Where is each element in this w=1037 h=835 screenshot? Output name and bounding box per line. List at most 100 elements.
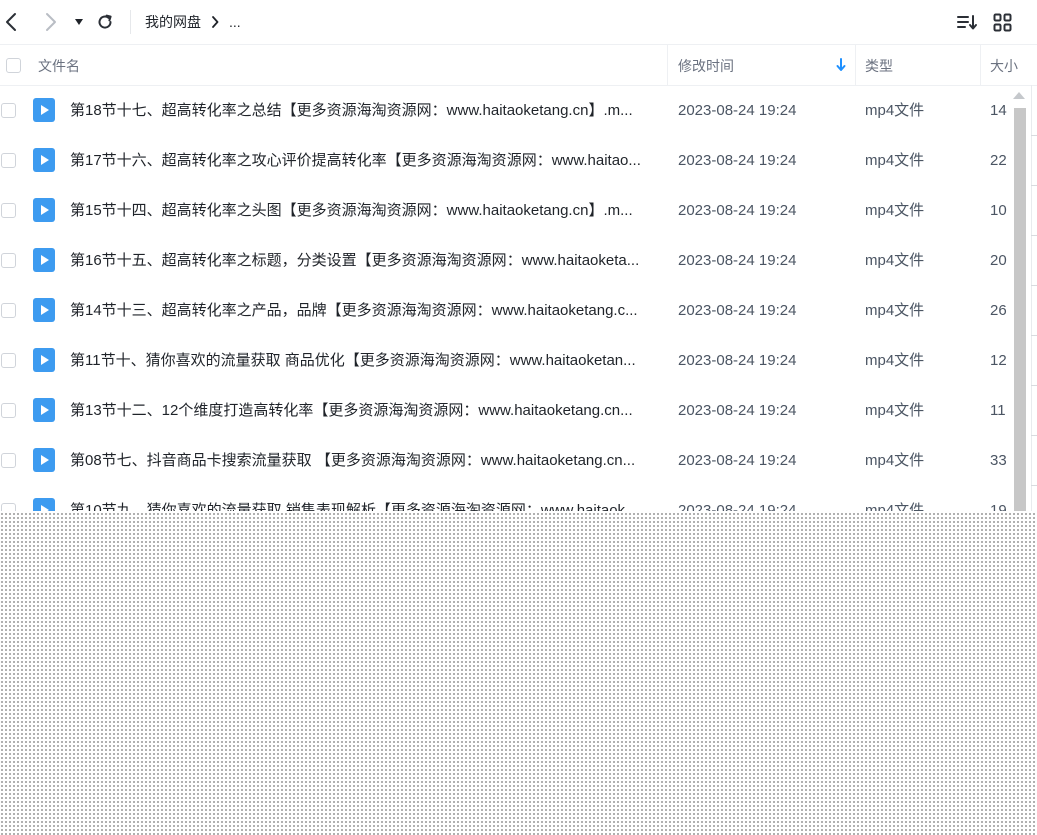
video-file-icon <box>33 148 55 172</box>
file-name[interactable]: 第13节十二、12个维度打造高转化率【更多资源海淘资源网：www.haitaok… <box>70 386 652 436</box>
file-type: mp4文件 <box>865 102 925 119</box>
file-modified: 2023-08-24 19:24 <box>678 252 797 269</box>
video-file-icon <box>33 198 55 222</box>
column-header-name[interactable]: 文件名 <box>38 45 80 85</box>
file-modified: 2023-08-24 19:24 <box>678 452 797 469</box>
caret-down-icon <box>75 19 83 25</box>
file-size: 26 <box>990 302 1007 319</box>
file-name[interactable]: 第15节十四、超高转化率之头图【更多资源海淘资源网：www.haitaoketa… <box>70 186 652 236</box>
row-checkbox[interactable] <box>1 253 16 268</box>
video-file-icon <box>33 348 55 372</box>
edge-tick <box>1031 385 1037 386</box>
right-edge-divider <box>1031 85 1032 511</box>
file-size: 19 <box>990 502 1007 511</box>
file-modified: 2023-08-24 19:24 <box>678 302 797 319</box>
file-type: mp4文件 <box>865 202 925 219</box>
file-size: 22 <box>990 152 1007 169</box>
breadcrumb-chevron-icon <box>211 16 219 28</box>
file-name[interactable]: 第18节十七、超高转化率之总结【更多资源海淘资源网：www.haitaoketa… <box>70 86 652 136</box>
row-checkbox[interactable] <box>1 403 16 418</box>
row-checkbox[interactable] <box>1 453 16 468</box>
file-row[interactable]: 第13节十二、12个维度打造高转化率【更多资源海淘资源网：www.haitaok… <box>0 386 1037 436</box>
file-type: mp4文件 <box>865 352 925 369</box>
file-modified: 2023-08-24 19:24 <box>678 152 797 169</box>
toolbar: 我的网盘 ... <box>0 0 1037 45</box>
column-header-type[interactable]: 类型 <box>865 45 893 85</box>
sort-descending-arrow-icon <box>836 58 846 71</box>
table-header: 文件名 修改时间 类型 大小 <box>0 45 1037 86</box>
edge-tick <box>1031 185 1037 186</box>
file-modified: 2023-08-24 19:24 <box>678 102 797 119</box>
file-name[interactable]: 第14节十三、超高转化率之产品，品牌【更多资源海淘资源网：www.haitaok… <box>70 286 652 336</box>
grid-view-button[interactable] <box>987 7 1017 37</box>
row-checkbox[interactable] <box>1 503 16 511</box>
chevron-right-icon <box>46 13 56 31</box>
file-size: 12 <box>990 352 1007 369</box>
toolbar-divider <box>130 10 131 34</box>
file-type: mp4文件 <box>865 302 925 319</box>
grid-view-icon <box>993 13 1011 31</box>
row-checkbox[interactable] <box>1 353 16 368</box>
video-file-icon <box>33 448 55 472</box>
sort-list-icon <box>957 15 977 30</box>
file-modified: 2023-08-24 19:24 <box>678 402 797 419</box>
sort-button[interactable] <box>952 7 982 37</box>
file-name[interactable]: 第16节十五、超高转化率之标题，分类设置【更多资源海淘资源网：www.haita… <box>70 236 652 286</box>
file-row[interactable]: 第10节九、猜你喜欢的流量获取 销售表现解析【更多资源海淘资源网：www.hai… <box>0 486 1037 511</box>
scroll-up-arrow-icon[interactable] <box>1013 92 1025 99</box>
file-size: 14 <box>990 102 1007 119</box>
file-row[interactable]: 第15节十四、超高转化率之头图【更多资源海淘资源网：www.haitaoketa… <box>0 186 1037 236</box>
video-file-icon <box>33 248 55 272</box>
file-row[interactable]: 第11节十、猜你喜欢的流量获取 商品优化【更多资源海淘资源网：www.haita… <box>0 336 1037 386</box>
column-divider <box>980 45 981 85</box>
file-browser-window: 我的网盘 ... 文件名 修改时间 类型 大小 第18节十七、超高转化率之总结【… <box>0 0 1037 511</box>
breadcrumb: 我的网盘 ... <box>145 12 241 32</box>
file-size: 20 <box>990 252 1007 269</box>
file-size: 10 <box>990 202 1007 219</box>
video-file-icon <box>33 498 55 511</box>
file-type: mp4文件 <box>865 502 925 511</box>
file-row[interactable]: 第14节十三、超高转化率之产品，品牌【更多资源海淘资源网：www.haitaok… <box>0 286 1037 336</box>
column-header-modified-label: 修改时间 <box>678 58 734 74</box>
row-checkbox[interactable] <box>1 103 16 118</box>
refresh-icon <box>98 14 112 29</box>
video-file-icon <box>33 398 55 422</box>
edge-tick <box>1031 235 1037 236</box>
file-name[interactable]: 第10节九、猜你喜欢的流量获取 销售表现解析【更多资源海淘资源网：www.hai… <box>70 486 652 511</box>
file-type: mp4文件 <box>865 452 925 469</box>
file-name[interactable]: 第08节七、抖音商品卡搜索流量获取 【更多资源海淘资源网：www.haitaok… <box>70 436 652 486</box>
file-row[interactable]: 第18节十七、超高转化率之总结【更多资源海淘资源网：www.haitaoketa… <box>0 86 1037 136</box>
file-size: 33 <box>990 452 1007 469</box>
row-checkbox[interactable] <box>1 303 16 318</box>
back-button[interactable] <box>0 7 27 37</box>
file-size: 11 <box>990 402 1006 419</box>
breadcrumb-ellipsis[interactable]: ... <box>229 14 241 30</box>
select-all-checkbox[interactable] <box>6 58 21 73</box>
column-divider <box>855 45 856 85</box>
video-file-icon <box>33 98 55 122</box>
edge-tick <box>1031 335 1037 336</box>
file-modified: 2023-08-24 19:24 <box>678 352 797 369</box>
file-type: mp4文件 <box>865 402 925 419</box>
file-type: mp4文件 <box>865 252 925 269</box>
refresh-button[interactable] <box>90 7 120 37</box>
edge-tick <box>1031 435 1037 436</box>
row-checkbox[interactable] <box>1 203 16 218</box>
file-name[interactable]: 第17节十六、超高转化率之攻心评价提高转化率【更多资源海淘资源网：www.hai… <box>70 136 652 186</box>
file-modified: 2023-08-24 19:24 <box>678 502 797 511</box>
column-header-modified[interactable]: 修改时间 <box>678 45 854 85</box>
file-row[interactable]: 第08节七、抖音商品卡搜索流量获取 【更多资源海淘资源网：www.haitaok… <box>0 436 1037 486</box>
edge-tick <box>1031 485 1037 486</box>
file-row[interactable]: 第17节十六、超高转化率之攻心评价提高转化率【更多资源海淘资源网：www.hai… <box>0 136 1037 186</box>
breadcrumb-root[interactable]: 我的网盘 <box>145 12 201 32</box>
forward-button[interactable] <box>35 7 65 37</box>
edge-tick <box>1031 135 1037 136</box>
chevron-left-icon <box>6 13 16 31</box>
file-name[interactable]: 第11节十、猜你喜欢的流量获取 商品优化【更多资源海淘资源网：www.haita… <box>70 336 652 386</box>
file-type: mp4文件 <box>865 152 925 169</box>
edge-tick <box>1031 285 1037 286</box>
file-row[interactable]: 第16节十五、超高转化率之标题，分类设置【更多资源海淘资源网：www.haita… <box>0 236 1037 286</box>
column-header-size[interactable]: 大小 <box>990 45 1018 85</box>
scrollbar-thumb[interactable] <box>1014 108 1026 511</box>
row-checkbox[interactable] <box>1 153 16 168</box>
